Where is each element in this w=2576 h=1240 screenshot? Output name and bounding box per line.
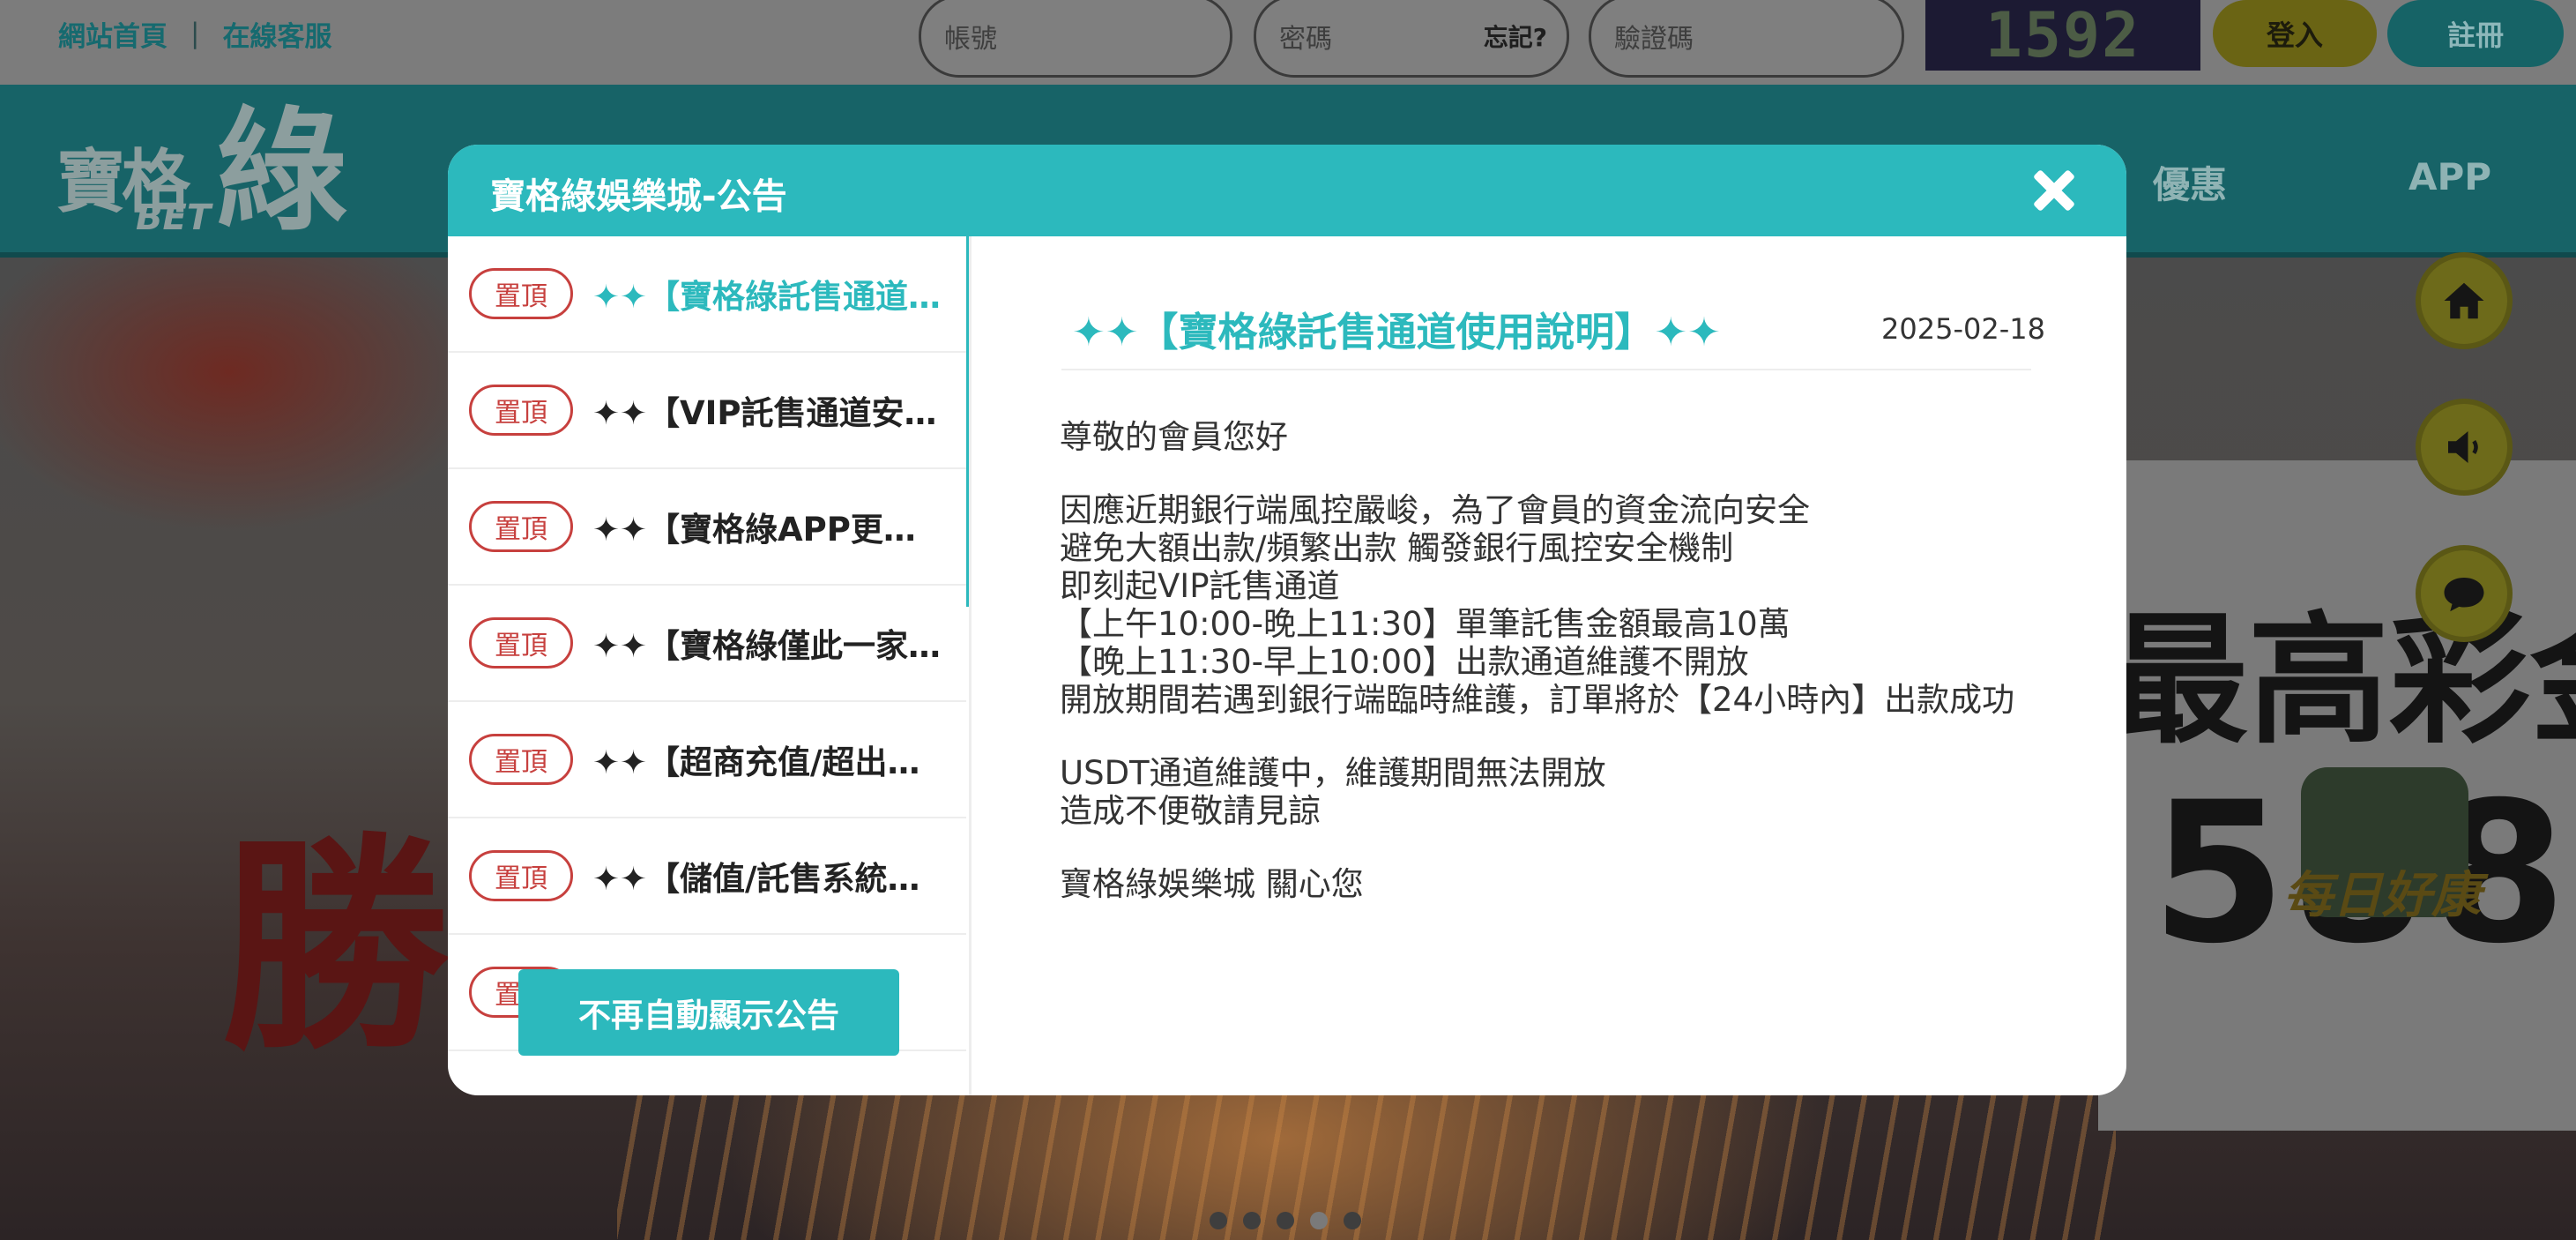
content-line: 【上午10:00-晚上11:30】單筆託售金額最高10萬 — [1060, 605, 1791, 643]
top-links: 網站首頁 | 在線客服 — [58, 14, 331, 53]
chat-icon — [2444, 578, 2484, 612]
carousel-dot[interactable] — [1277, 1212, 1294, 1229]
captcha-input[interactable]: 驗證碼 — [1589, 0, 1904, 78]
content-divider — [1061, 369, 2031, 370]
home-link[interactable]: 網站首頁 — [58, 14, 168, 54]
top-bar: 網站首頁 | 在線客服 帳號 密碼 忘記? 驗證碼 1592 登入 註冊 — [0, 0, 2576, 85]
pinned-badge: 置頂 — [469, 617, 573, 669]
account-placeholder: 帳號 — [944, 24, 997, 55]
content-line: 開放期間若遇到銀行端臨時維護，訂單將於【24小時內】出款成功 — [1060, 681, 2015, 719]
dont-show-again-button[interactable]: 不再自動顯示公告 — [518, 969, 899, 1056]
announcement-item-title: ✦✦【儲值/託售系統公告】✦✦ — [592, 860, 945, 898]
promo-badge-text: 每日好康 — [2283, 867, 2481, 924]
announcement-item-title: ✦✦【VIP託售通道安全說明】✦✦ — [592, 394, 945, 432]
logo-bet: BET — [136, 198, 212, 238]
pinned-badge: 置頂 — [469, 385, 573, 436]
content-line: 寶格綠娛樂城 關心您 — [1060, 865, 1364, 903]
carousel-dot-active[interactable] — [1310, 1212, 1328, 1229]
pinned-badge: 置頂 — [469, 501, 573, 552]
content-line: 造成不便敬請見諒 — [1060, 792, 1321, 830]
content-line: 即刻起VIP託售通道 — [1060, 567, 1340, 605]
announcement-item[interactable]: 置頂 ✦✦【超商充值/超出提示】✦✦ — [448, 702, 966, 818]
announcement-content: ✦✦【寶格綠託售通道使用說明】✦✦ 2025-02-18 尊敬的會員您好 因應近… — [973, 236, 2126, 1095]
account-input[interactable]: 帳號 — [919, 0, 1232, 78]
chat-float-button[interactable] — [2416, 545, 2513, 642]
logo-big-char: 綠 — [215, 95, 348, 249]
daily-promo-badge[interactable]: 每日好康 — [2274, 750, 2495, 952]
volume-float-button[interactable] — [2416, 399, 2513, 496]
content-line: 【晚上11:30-早上10:00】出款通道維護不開放 — [1060, 643, 1749, 681]
close-icon[interactable] — [2026, 162, 2082, 219]
captcha-placeholder: 驗證碼 — [1614, 24, 1694, 55]
content-line: 尊敬的會員您好 — [1060, 418, 1288, 456]
carousel-dot[interactable] — [1344, 1212, 1361, 1229]
list-scrollbar[interactable] — [966, 236, 969, 607]
forgot-password-link[interactable]: 忘記? — [1484, 19, 1547, 54]
content-line: USDT通道維護中，維護期間無法開放 — [1060, 754, 1606, 792]
captcha-code: 1592 — [1984, 0, 2141, 71]
content-line: 避免大額出款/頻繁出款 觸發銀行風控安全機制 — [1060, 529, 1734, 567]
banner-red-text: 勝 — [220, 815, 450, 1081]
content-body: 尊敬的會員您好 因應近期銀行端風控嚴峻，為了會員的資金流向安全 避免大額出款/頻… — [1060, 418, 2065, 903]
announcement-item-title: ✦✦【寶格綠僅此一家】✦✦ — [592, 627, 945, 665]
announcement-item[interactable]: 置頂 ✦✦【寶格綠APP更新公告】✦✦ — [448, 469, 966, 586]
pinned-badge: 置頂 — [469, 850, 573, 901]
volume-icon — [2448, 431, 2478, 463]
password-placeholder: 密碼 — [1279, 24, 1332, 55]
announcement-item-title: ✦✦【寶格綠託售通道使用說明】✦✦ — [592, 278, 945, 316]
carousel-dot[interactable] — [1210, 1212, 1227, 1229]
nav-promotions[interactable]: 優惠 — [2153, 155, 2227, 209]
announcement-item[interactable]: 置頂 ✦✦【儲值/託售系統公告】✦✦ — [448, 818, 966, 935]
modal-title: 寶格綠娛樂城-公告 — [490, 176, 787, 217]
home-icon — [2444, 282, 2484, 319]
password-input[interactable]: 密碼 忘記? — [1254, 0, 1569, 78]
content-date: 2025-02-18 — [1881, 312, 2045, 346]
announcement-modal: 寶格綠娛樂城-公告 置頂 ✦✦【寶格綠託售通道使用說明】✦✦ 置頂 ✦✦【VIP… — [448, 145, 2126, 1095]
announcement-list: 置頂 ✦✦【寶格綠託售通道使用說明】✦✦ 置頂 ✦✦【VIP託售通道安全說明】✦… — [448, 236, 972, 1095]
carousel-dots — [1210, 1212, 1361, 1229]
pinned-badge: 置頂 — [469, 268, 573, 319]
announcement-item-title: ✦✦【寶格綠APP更新公告】✦✦ — [592, 511, 945, 549]
announcement-item[interactable]: 置頂 ✦✦【寶格綠僅此一家】✦✦ — [448, 586, 966, 702]
customer-service-link[interactable]: 在線客服 — [222, 14, 331, 54]
register-button[interactable]: 註冊 — [2387, 0, 2564, 67]
nav-app[interactable]: APP — [2408, 155, 2491, 198]
home-float-button[interactable] — [2416, 252, 2513, 349]
site-logo[interactable]: 寶格 綠 BET — [56, 95, 356, 249]
announcement-item[interactable]: 置頂 ✦✦【VIP託售通道安全說明】✦✦ — [448, 353, 966, 469]
announcement-item[interactable]: 置頂 ✦✦【寶格綠託售通道使用說明】✦✦ — [448, 236, 966, 353]
login-button[interactable]: 登入 — [2213, 0, 2377, 67]
link-separator: | — [190, 18, 200, 49]
carousel-dot[interactable] — [1243, 1212, 1261, 1229]
announcement-item-title: ✦✦【超商充值/超出提示】✦✦ — [592, 743, 945, 781]
modal-header: 寶格綠娛樂城-公告 — [448, 145, 2126, 236]
content-title: ✦✦【寶格綠託售通道使用說明】✦✦ — [1072, 309, 1721, 355]
captcha-image[interactable]: 1592 — [1925, 0, 2200, 71]
content-line: 因應近期銀行端風控嚴峻，為了會員的資金流向安全 — [1060, 491, 1810, 529]
pinned-badge: 置頂 — [469, 734, 573, 785]
